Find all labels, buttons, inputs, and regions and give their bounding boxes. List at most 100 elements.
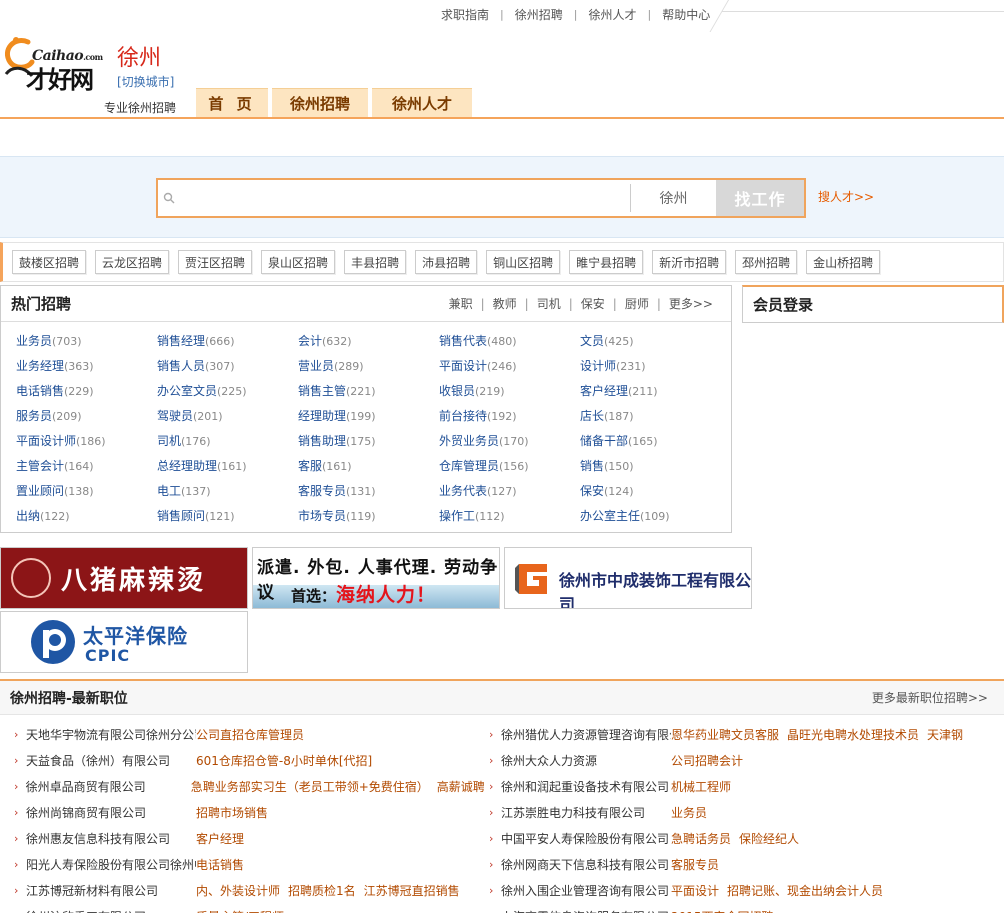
quick-link-driver[interactable]: 司机 — [529, 295, 569, 312]
district-tongshan[interactable]: 铜山区招聘 — [486, 250, 561, 274]
company-link[interactable]: 上海亮霞信息咨询服务有限公司 — [501, 908, 671, 913]
hot-job-item[interactable]: 文员(425) — [580, 329, 721, 354]
hot-job-item[interactable]: 置业顾问(138) — [16, 479, 157, 504]
job-link[interactable]: 恩华药业聘文员客服 — [671, 728, 779, 742]
hot-job-item[interactable]: 保安(124) — [580, 479, 721, 504]
company-link[interactable]: 徐州网商天下信息科技有限公司 — [501, 856, 671, 873]
search-city-select[interactable]: 徐州 — [630, 184, 716, 212]
hot-job-item[interactable]: 销售(150) — [580, 454, 721, 479]
search-talent-link[interactable]: 搜人才>> — [818, 188, 874, 205]
hot-job-item[interactable]: 电话销售(229) — [16, 379, 157, 404]
quick-link-teacher[interactable]: 教师 — [485, 295, 525, 312]
district-peixian[interactable]: 沛县招聘 — [415, 250, 478, 274]
job-link[interactable]: 公司招聘会计 — [671, 754, 743, 768]
hot-job-item[interactable]: 平面设计师(186) — [16, 429, 157, 454]
company-link[interactable]: 徐州尚锦商贸有限公司 — [26, 804, 196, 821]
hot-job-item[interactable]: 外贸业务员(170) — [439, 429, 580, 454]
job-link[interactable]: 急聘话务员 — [671, 832, 731, 846]
company-link[interactable]: 徐州入围企业管理咨询有限公司 — [501, 882, 671, 899]
top-link-guide[interactable]: 求职指南 — [430, 6, 500, 23]
company-link[interactable]: 徐州沪欣重工有限公司 — [26, 908, 196, 913]
quick-link-security[interactable]: 保安 — [573, 295, 613, 312]
hot-job-item[interactable]: 电工(137) — [157, 479, 298, 504]
hot-job-item[interactable]: 总经理助理(161) — [157, 454, 298, 479]
company-link[interactable]: 天地华宇物流有限公司徐州分公司 — [26, 726, 196, 743]
hot-job-item[interactable]: 销售代表(480) — [439, 329, 580, 354]
hot-job-item[interactable]: 店长(187) — [580, 404, 721, 429]
district-gulou[interactable]: 鼓楼区招聘 — [12, 250, 87, 274]
job-link[interactable]: 招聘记账、现金出纳会计人员 — [727, 884, 883, 898]
hot-job-item[interactable]: 服务员(209) — [16, 404, 157, 429]
quick-link-more[interactable]: 更多>> — [661, 295, 721, 312]
top-link-xuzhou-talent[interactable]: 徐州人才 — [577, 6, 647, 23]
job-link[interactable]: 招聘质检1名 — [288, 884, 356, 898]
company-link[interactable]: 徐州和润起重设备技术有限公司 — [501, 778, 671, 795]
job-link[interactable]: 客户经理 — [196, 832, 244, 846]
hot-job-item[interactable]: 客服(161) — [298, 454, 439, 479]
hot-job-item[interactable]: 销售经理(666) — [157, 329, 298, 354]
nav-tab-jobs[interactable]: 徐州招聘 — [272, 88, 368, 118]
ad-cpic[interactable]: 太平洋保险 CPIC — [0, 611, 248, 673]
district-yunlong[interactable]: 云龙区招聘 — [95, 250, 170, 274]
hot-job-item[interactable]: 客服专员(131) — [298, 479, 439, 504]
district-pizhou[interactable]: 邳州招聘 — [735, 250, 798, 274]
company-link[interactable]: 徐州猎优人力资源管理咨询有限公司 — [501, 726, 671, 743]
hot-job-item[interactable]: 收银员(219) — [439, 379, 580, 404]
job-link[interactable]: 电话销售 — [196, 858, 244, 872]
hot-job-item[interactable]: 前台接待(192) — [439, 404, 580, 429]
hot-job-item[interactable]: 设计师(231) — [580, 354, 721, 379]
job-link[interactable]: 客服专员 — [671, 858, 719, 872]
job-link[interactable]: 急聘业务部实习生（老员工带领+免费住宿） — [191, 780, 429, 794]
district-jiawang[interactable]: 贾汪区招聘 — [178, 250, 253, 274]
job-link[interactable]: 公司直招仓库管理员 — [196, 728, 304, 742]
hot-job-item[interactable]: 出纳(122) — [16, 504, 157, 529]
district-quanshan[interactable]: 泉山区招聘 — [261, 250, 336, 274]
ad-bazhu-malatang[interactable]: 八猪麻辣烫 — [0, 547, 248, 609]
ad-zhongcheng-decoration[interactable]: 徐州市中成装饰工程有限公司 — [504, 547, 752, 609]
ad-haina-hr[interactable]: 派遣. 外包. 人事代理. 劳动争议 首选：海纳人力！ — [252, 547, 500, 609]
search-input[interactable] — [180, 180, 630, 216]
hot-job-item[interactable]: 储备干部(165) — [580, 429, 721, 454]
hot-job-item[interactable]: 客户经理(211) — [580, 379, 721, 404]
job-link[interactable]: 2015西安全国招聘 — [671, 910, 774, 913]
switch-city-link[interactable]: [切换城市] — [117, 73, 174, 90]
job-link[interactable]: 质量主管/工程师 — [196, 910, 284, 913]
company-link[interactable]: 天益食品（徐州）有限公司 — [26, 752, 196, 769]
district-suining[interactable]: 睢宁县招聘 — [569, 250, 644, 274]
nav-tab-home[interactable]: 首 页 — [196, 88, 268, 118]
find-job-button[interactable]: 找工作 — [716, 180, 804, 216]
job-link[interactable]: 业务员 — [671, 806, 707, 820]
hot-job-item[interactable]: 办公室主任(109) — [580, 504, 721, 529]
company-link[interactable]: 徐州卓品商贸有限公司 — [26, 778, 191, 795]
hot-job-item[interactable]: 销售顾问(121) — [157, 504, 298, 529]
job-link[interactable]: 平面设计 — [671, 884, 719, 898]
hot-job-item[interactable]: 营业员(289) — [298, 354, 439, 379]
hot-job-item[interactable]: 销售助理(175) — [298, 429, 439, 454]
hot-job-item[interactable]: 业务经理(363) — [16, 354, 157, 379]
hot-job-item[interactable]: 业务代表(127) — [439, 479, 580, 504]
quick-link-parttime[interactable]: 兼职 — [441, 295, 481, 312]
top-link-xuzhou-jobs[interactable]: 徐州招聘 — [504, 6, 574, 23]
job-link[interactable]: 高薪诚聘 — [437, 780, 484, 794]
job-link[interactable]: 天津钢 — [927, 728, 963, 742]
hot-job-item[interactable]: 办公室文员(225) — [157, 379, 298, 404]
hot-job-item[interactable]: 经理助理(199) — [298, 404, 439, 429]
job-link[interactable]: 601仓库招仓管-8小时单休[代招] — [196, 754, 372, 768]
job-link[interactable]: 内、外装设计师 — [196, 884, 280, 898]
hot-job-item[interactable]: 销售主管(221) — [298, 379, 439, 404]
hot-job-item[interactable]: 业务员(703) — [16, 329, 157, 354]
district-jinshanqiao[interactable]: 金山桥招聘 — [806, 250, 881, 274]
company-link[interactable]: 江苏博冠新材料有限公司 — [26, 882, 196, 899]
hot-job-item[interactable]: 市场专员(119) — [298, 504, 439, 529]
job-link[interactable]: 招聘市场销售 — [196, 806, 268, 820]
hot-job-item[interactable]: 仓库管理员(156) — [439, 454, 580, 479]
quick-link-chef[interactable]: 厨师 — [617, 295, 657, 312]
hot-job-item[interactable]: 操作工(112) — [439, 504, 580, 529]
hot-job-item[interactable]: 驾驶员(201) — [157, 404, 298, 429]
site-logo[interactable]: Caihao.com 才好网 — [2, 30, 114, 94]
job-link[interactable]: 机械工程师 — [671, 780, 731, 794]
hot-job-item[interactable]: 主管会计(164) — [16, 454, 157, 479]
nav-tab-talent[interactable]: 徐州人才 — [372, 88, 472, 118]
district-xinyi[interactable]: 新沂市招聘 — [652, 250, 727, 274]
latest-jobs-more-link[interactable]: 更多最新职位招聘>> — [872, 689, 994, 706]
